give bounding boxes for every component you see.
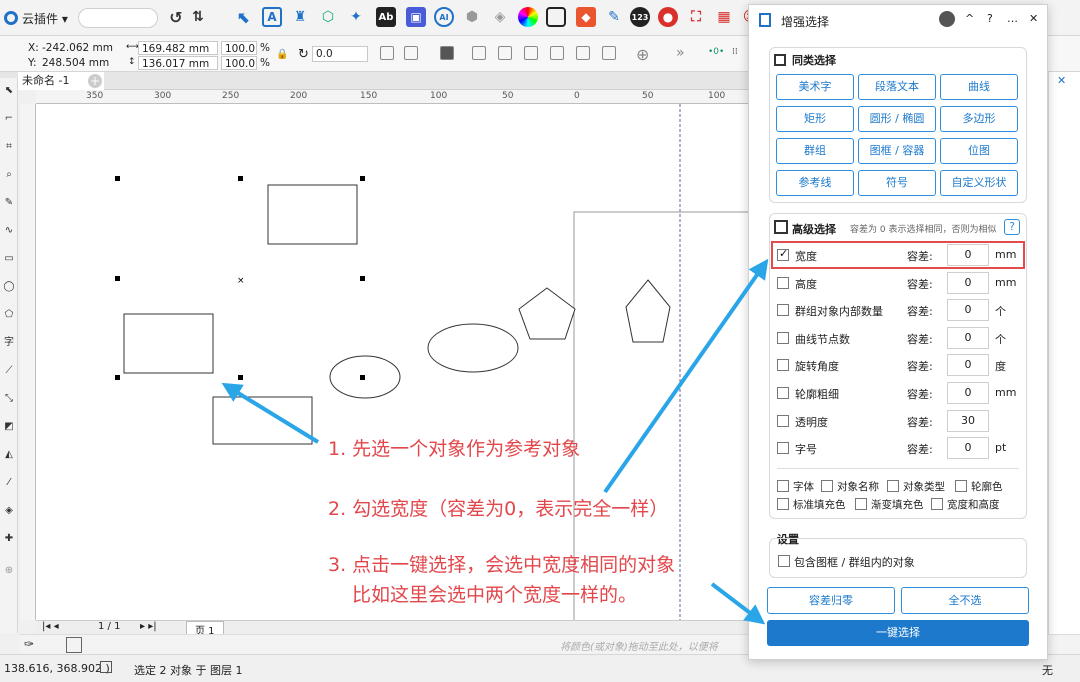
arrow-step1 <box>221 382 320 444</box>
arrow-step3 <box>710 582 766 625</box>
arrow-step2 <box>603 258 769 494</box>
annotation-arrows <box>221 258 769 625</box>
